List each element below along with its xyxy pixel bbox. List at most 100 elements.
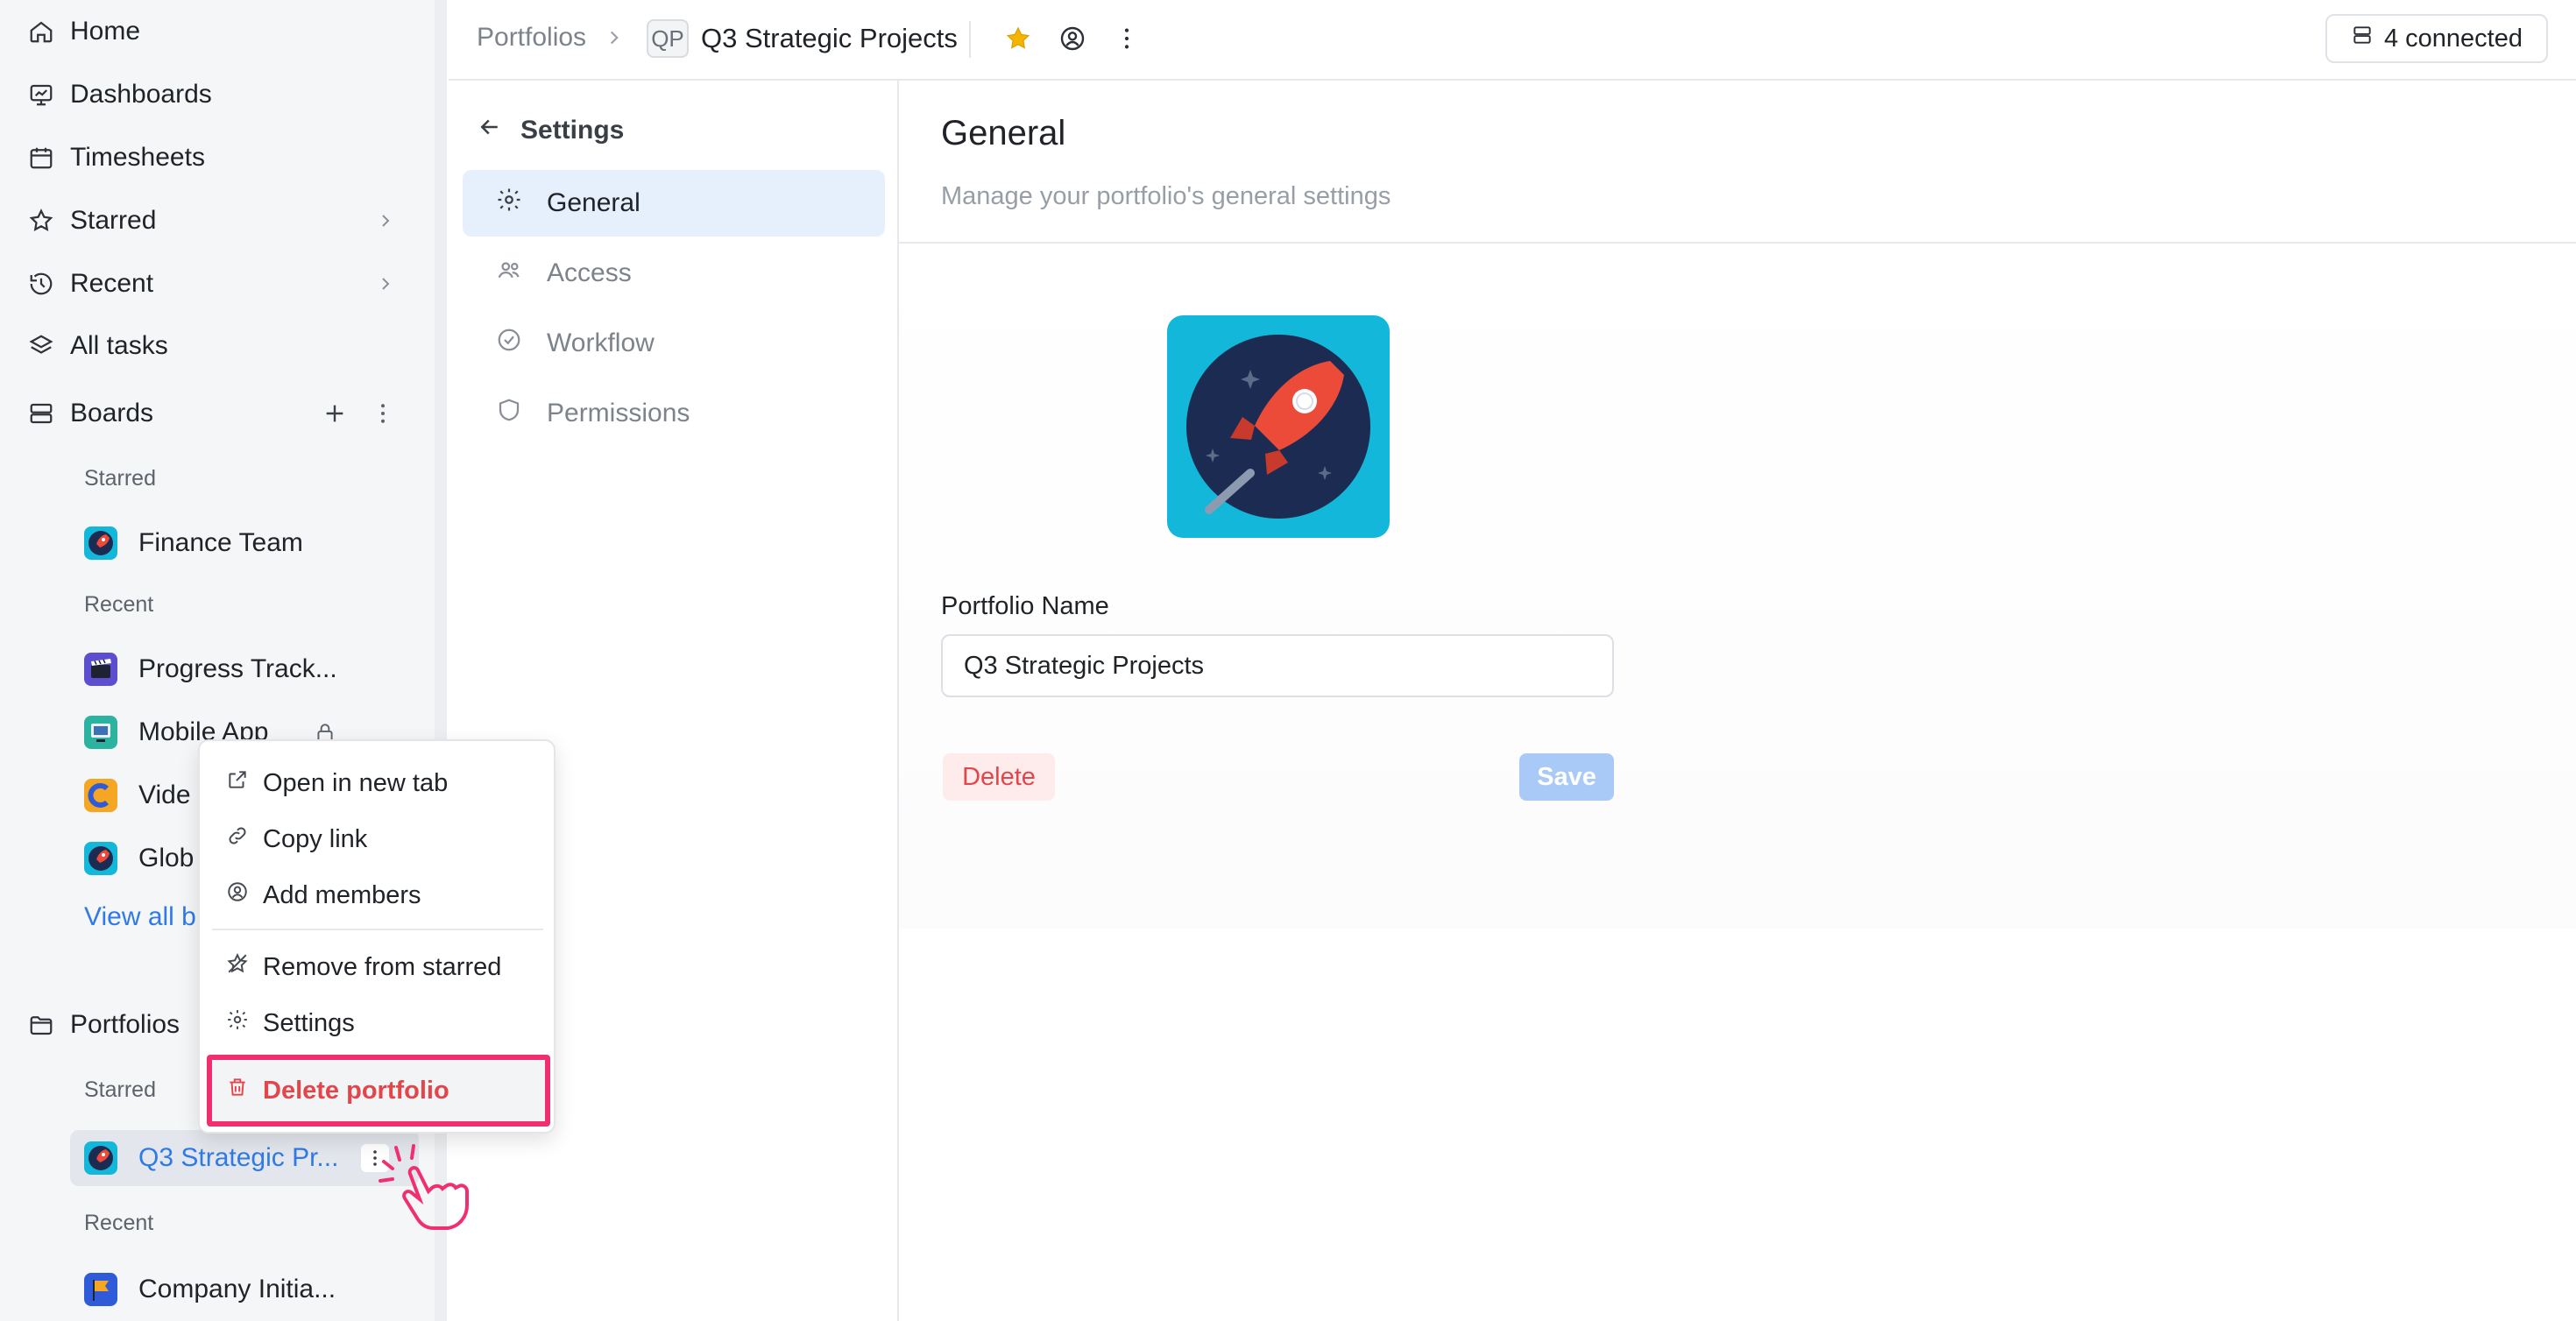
sidebar-item-label: Starred	[70, 206, 157, 235]
add-member-icon[interactable]	[1057, 23, 1088, 54]
clapper-icon	[84, 653, 117, 686]
gear-icon	[226, 1008, 249, 1038]
board-item-global[interactable]: Glob	[84, 834, 194, 883]
board-item-progress-tracker[interactable]: Progress Track...	[84, 645, 337, 694]
sidebar-item-starred[interactable]: Starred	[28, 196, 156, 245]
star-off-icon	[226, 952, 249, 982]
sidebar-item-home[interactable]: Home	[28, 7, 140, 56]
folder-icon	[28, 1012, 54, 1038]
c-logo-icon	[84, 779, 117, 812]
menu-item-label: Open in new tab	[263, 768, 449, 797]
settings-tab-workflow[interactable]: Workflow	[463, 310, 885, 377]
board-label: Progress Track...	[138, 654, 337, 683]
sidebar-section-boards[interactable]: Boards	[28, 389, 153, 438]
settings-back[interactable]: Settings	[477, 114, 624, 147]
save-button[interactable]: Save	[1519, 753, 1614, 801]
rocket-icon	[84, 526, 117, 560]
settings-tab-label: Permissions	[547, 399, 690, 427]
menu-item-remove-starred[interactable]: Remove from starred	[226, 944, 501, 990]
portfolio-label: Company Initia...	[138, 1275, 336, 1303]
page-subtitle: Manage your portfolio's general settings	[941, 182, 1391, 210]
menu-item-label: Remove from starred	[263, 952, 502, 981]
server-icon	[2351, 24, 2374, 53]
general-card	[899, 244, 2576, 929]
portfolio-context-menu: Open in new tab Copy link Add members Re…	[198, 739, 556, 1134]
settings-tab-access[interactable]: Access	[463, 240, 885, 307]
menu-divider	[212, 929, 543, 930]
home-icon	[28, 18, 54, 45]
breadcrumb-portfolios[interactable]: Portfolios	[477, 23, 586, 53]
portfolio-item-company-initiatives[interactable]: Company Initia...	[84, 1265, 336, 1314]
portfolio-avatar[interactable]	[1167, 315, 1390, 538]
chevron-right-icon[interactable]	[375, 273, 396, 294]
breadcrumb-current: Q3 Strategic Projects	[701, 23, 958, 53]
chevron-right-icon	[603, 26, 626, 49]
settings-main: General Manage your portfolio's general …	[899, 81, 2576, 1321]
add-member-icon	[226, 880, 249, 910]
gear-icon	[496, 187, 522, 220]
external-link-icon	[226, 768, 249, 798]
sidebar-item-label: Timesheets	[70, 143, 205, 172]
portfolios-starred-heading: Starred	[84, 1077, 156, 1102]
calendar-icon	[28, 145, 54, 171]
sidebar-item-timesheets[interactable]: Timesheets	[28, 133, 205, 182]
chevron-right-icon[interactable]	[375, 210, 396, 231]
menu-item-open-new-tab[interactable]: Open in new tab	[226, 760, 448, 806]
header-divider	[899, 242, 2576, 244]
arrow-left-icon	[477, 114, 503, 147]
settings-nav: Settings General Access Workflow Permiss…	[449, 81, 899, 1321]
sidebar-item-recent[interactable]: Recent	[28, 259, 153, 308]
board-item-finance-team[interactable]: Finance Team	[84, 519, 303, 568]
more-options-icon[interactable]	[1111, 23, 1143, 54]
history-icon	[28, 271, 54, 297]
star-icon	[28, 208, 54, 234]
sidebar-section-portfolios[interactable]: Portfolios	[28, 1000, 180, 1049]
settings-title: Settings	[520, 116, 625, 145]
menu-item-label: Add members	[263, 880, 421, 909]
layers-icon	[28, 333, 54, 359]
portfolio-badge: QP	[647, 19, 689, 58]
menu-item-label: Copy link	[263, 824, 368, 853]
flag-icon	[84, 1273, 117, 1306]
settings-tab-label: General	[547, 188, 640, 217]
menu-item-copy-link[interactable]: Copy link	[226, 816, 367, 862]
connected-label: 4 connected	[2383, 24, 2523, 53]
board-label: Glob	[138, 844, 195, 872]
sidebar-item-label: Home	[70, 17, 141, 46]
boards-icon	[28, 400, 54, 427]
rocket-icon	[1186, 335, 1370, 519]
portfolio-item-q3-strategic[interactable]: Q3 Strategic Pr...	[84, 1134, 338, 1183]
shield-icon	[496, 397, 522, 430]
boards-label: Boards	[70, 399, 154, 427]
menu-item-settings[interactable]: Settings	[226, 1000, 355, 1046]
boards-more-icon[interactable]	[370, 399, 396, 427]
portfolio-name-input[interactable]	[941, 634, 1614, 697]
view-all-boards-link[interactable]: View all b	[84, 902, 196, 932]
check-circle-icon	[496, 327, 522, 360]
dashboard-icon	[28, 81, 54, 108]
portfolios-label: Portfolios	[70, 1010, 180, 1039]
rocket-icon	[84, 842, 117, 875]
sidebar-item-dashboards[interactable]: Dashboards	[28, 70, 212, 119]
monitor-icon	[84, 716, 117, 749]
board-item-video[interactable]: Vide	[84, 771, 191, 820]
tap-hand-icon	[379, 1144, 469, 1230]
portfolio-label: Q3 Strategic Pr...	[138, 1143, 339, 1172]
settings-tab-label: Access	[547, 258, 632, 287]
boards-recent-heading: Recent	[84, 592, 154, 617]
board-label: Finance Team	[138, 528, 303, 557]
add-board-icon[interactable]	[321, 399, 349, 427]
users-icon	[496, 257, 522, 290]
menu-item-add-members[interactable]: Add members	[226, 872, 421, 918]
delete-button[interactable]: Delete	[943, 753, 1055, 801]
settings-tab-general[interactable]: General	[463, 170, 885, 237]
settings-tab-permissions[interactable]: Permissions	[463, 380, 885, 447]
connected-button[interactable]: 4 connected	[2325, 14, 2548, 63]
star-filled-icon[interactable]	[1002, 23, 1034, 54]
delete-highlight-outline	[207, 1055, 550, 1127]
portfolios-recent-heading: Recent	[84, 1211, 154, 1235]
sidebar-item-all-tasks[interactable]: All tasks	[28, 321, 168, 371]
portfolio-name-label: Portfolio Name	[941, 592, 1109, 620]
sidebar-item-label: All tasks	[70, 331, 168, 360]
board-label: Vide	[138, 781, 191, 809]
